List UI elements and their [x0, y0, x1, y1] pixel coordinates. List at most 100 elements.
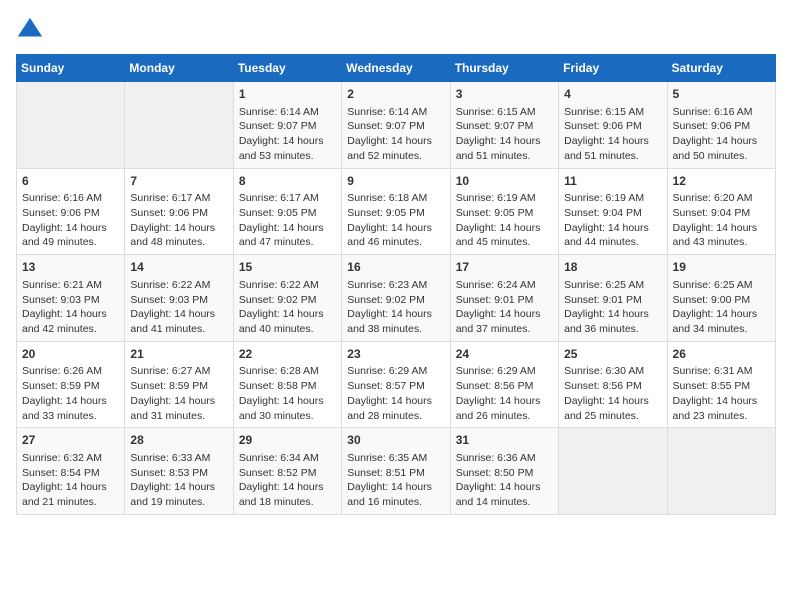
- day-sun-info: Sunrise: 6:14 AM Sunset: 9:07 PM Dayligh…: [239, 105, 336, 164]
- day-sun-info: Sunrise: 6:18 AM Sunset: 9:05 PM Dayligh…: [347, 191, 444, 250]
- header-sunday: Sunday: [17, 55, 125, 82]
- day-number: 3: [456, 86, 553, 103]
- calendar-cell: 7Sunrise: 6:17 AM Sunset: 9:06 PM Daylig…: [125, 168, 233, 255]
- calendar-cell: 20Sunrise: 6:26 AM Sunset: 8:59 PM Dayli…: [17, 341, 125, 428]
- day-number: 4: [564, 86, 661, 103]
- calendar-cell: 29 Sunrise: 6:34 AM Sunset: 8:52 PM Dayli…: [233, 428, 341, 515]
- calendar-cell: [17, 82, 125, 169]
- day-sun-info: Sunrise: 6:26 AM Sunset: 8:59 PM Dayligh…: [22, 364, 119, 423]
- header-tuesday: Tuesday: [233, 55, 341, 82]
- calendar-cell: 14 Sunrise: 6:22 AM Sunset: 9:03 PM Dayli…: [125, 255, 233, 342]
- calendar-cell: 18 Sunrise: 6:25 AM Sunset: 9:01 PM Dayli…: [559, 255, 667, 342]
- day-number: 13: [22, 259, 119, 276]
- day-sun-info: Sunrise: 6:35 AM Sunset: 8:51 PM Dayligh…: [347, 451, 444, 510]
- day-number: 27: [22, 432, 119, 449]
- day-sun-info: Sunrise: 6:25 AM Sunset: 9:00 PM Dayligh…: [673, 278, 770, 337]
- calendar-cell: 13 Sunrise: 6:21 AM Sunset: 9:03 PM Dayli…: [17, 255, 125, 342]
- day-sun-info: Sunrise: 6:32 AM Sunset: 8:54 PM Dayligh…: [22, 451, 119, 510]
- calendar-cell: 8Sunrise: 6:17 AM Sunset: 9:05 PM Daylig…: [233, 168, 341, 255]
- day-number: 26: [673, 346, 770, 363]
- day-number: 11: [564, 173, 661, 190]
- calendar-cell: 3 Sunrise: 6:15 AM Sunset: 9:07 PM Daylig…: [450, 82, 558, 169]
- day-number: 6: [22, 173, 119, 190]
- day-sun-info: Sunrise: 6:15 AM Sunset: 9:07 PM Dayligh…: [456, 105, 553, 164]
- calendar-cell: 27 Sunrise: 6:32 AM Sunset: 8:54 PM Dayli…: [17, 428, 125, 515]
- calendar-cell: 9Sunrise: 6:18 AM Sunset: 9:05 PM Daylig…: [342, 168, 450, 255]
- calendar-cell: 4Sunrise: 6:15 AM Sunset: 9:06 PM Daylig…: [559, 82, 667, 169]
- calendar-cell: 15 Sunrise: 6:22 AM Sunset: 9:02 PM Dayli…: [233, 255, 341, 342]
- day-number: 25: [564, 346, 661, 363]
- day-sun-info: Sunrise: 6:17 AM Sunset: 9:06 PM Dayligh…: [130, 191, 227, 250]
- calendar-cell: 22Sunrise: 6:28 AM Sunset: 8:58 PM Dayli…: [233, 341, 341, 428]
- calendar-cell: [667, 428, 775, 515]
- weekday-header-row: SundayMondayTuesdayWednesdayThursdayFrid…: [17, 55, 776, 82]
- day-sun-info: Sunrise: 6:25 AM Sunset: 9:01 PM Dayligh…: [564, 278, 661, 337]
- calendar-cell: 24Sunrise: 6:29 AM Sunset: 8:56 PM Dayli…: [450, 341, 558, 428]
- day-sun-info: Sunrise: 6:22 AM Sunset: 9:03 PM Dayligh…: [130, 278, 227, 337]
- day-number: 12: [673, 173, 770, 190]
- calendar-cell: [125, 82, 233, 169]
- day-sun-info: Sunrise: 6:22 AM Sunset: 9:02 PM Dayligh…: [239, 278, 336, 337]
- day-number: 28: [130, 432, 227, 449]
- calendar-cell: 30 Sunrise: 6:35 AM Sunset: 8:51 PM Dayli…: [342, 428, 450, 515]
- week-row-3: 13 Sunrise: 6:21 AM Sunset: 9:03 PM Dayli…: [17, 255, 776, 342]
- header-saturday: Saturday: [667, 55, 775, 82]
- calendar-cell: 16 Sunrise: 6:23 AM Sunset: 9:02 PM Dayli…: [342, 255, 450, 342]
- calendar-cell: 28 Sunrise: 6:33 AM Sunset: 8:53 PM Dayli…: [125, 428, 233, 515]
- day-number: 20: [22, 346, 119, 363]
- day-sun-info: Sunrise: 6:23 AM Sunset: 9:02 PM Dayligh…: [347, 278, 444, 337]
- day-sun-info: Sunrise: 6:16 AM Sunset: 9:06 PM Dayligh…: [673, 105, 770, 164]
- day-sun-info: Sunrise: 6:24 AM Sunset: 9:01 PM Dayligh…: [456, 278, 553, 337]
- week-row-2: 6Sunrise: 6:16 AM Sunset: 9:06 PM Daylig…: [17, 168, 776, 255]
- day-number: 16: [347, 259, 444, 276]
- day-sun-info: Sunrise: 6:29 AM Sunset: 8:56 PM Dayligh…: [456, 364, 553, 423]
- calendar-cell: 31 Sunrise: 6:36 AM Sunset: 8:50 PM Dayli…: [450, 428, 558, 515]
- day-sun-info: Sunrise: 6:31 AM Sunset: 8:55 PM Dayligh…: [673, 364, 770, 423]
- day-sun-info: Sunrise: 6:36 AM Sunset: 8:50 PM Dayligh…: [456, 451, 553, 510]
- day-sun-info: Sunrise: 6:14 AM Sunset: 9:07 PM Dayligh…: [347, 105, 444, 164]
- day-sun-info: Sunrise: 6:34 AM Sunset: 8:52 PM Dayligh…: [239, 451, 336, 510]
- header-monday: Monday: [125, 55, 233, 82]
- header-thursday: Thursday: [450, 55, 558, 82]
- calendar-cell: 17Sunrise: 6:24 AM Sunset: 9:01 PM Dayli…: [450, 255, 558, 342]
- calendar-cell: 11Sunrise: 6:19 AM Sunset: 9:04 PM Dayli…: [559, 168, 667, 255]
- day-number: 14: [130, 259, 227, 276]
- calendar-cell: 25Sunrise: 6:30 AM Sunset: 8:56 PM Dayli…: [559, 341, 667, 428]
- header-friday: Friday: [559, 55, 667, 82]
- day-sun-info: Sunrise: 6:19 AM Sunset: 9:04 PM Dayligh…: [564, 191, 661, 250]
- day-number: 1: [239, 86, 336, 103]
- day-number: 18: [564, 259, 661, 276]
- day-number: 30: [347, 432, 444, 449]
- day-sun-info: Sunrise: 6:33 AM Sunset: 8:53 PM Dayligh…: [130, 451, 227, 510]
- day-number: 2: [347, 86, 444, 103]
- logo-icon: [16, 16, 44, 44]
- day-number: 8: [239, 173, 336, 190]
- day-number: 5: [673, 86, 770, 103]
- day-sun-info: Sunrise: 6:30 AM Sunset: 8:56 PM Dayligh…: [564, 364, 661, 423]
- day-number: 19: [673, 259, 770, 276]
- calendar-cell: [559, 428, 667, 515]
- week-row-4: 20Sunrise: 6:26 AM Sunset: 8:59 PM Dayli…: [17, 341, 776, 428]
- calendar-cell: 21Sunrise: 6:27 AM Sunset: 8:59 PM Dayli…: [125, 341, 233, 428]
- day-number: 31: [456, 432, 553, 449]
- day-number: 23: [347, 346, 444, 363]
- day-sun-info: Sunrise: 6:16 AM Sunset: 9:06 PM Dayligh…: [22, 191, 119, 250]
- calendar-cell: 26Sunrise: 6:31 AM Sunset: 8:55 PM Dayli…: [667, 341, 775, 428]
- calendar-cell: 1 Sunrise: 6:14 AM Sunset: 9:07 PM Daylig…: [233, 82, 341, 169]
- week-row-5: 27 Sunrise: 6:32 AM Sunset: 8:54 PM Dayli…: [17, 428, 776, 515]
- calendar-cell: 19 Sunrise: 6:25 AM Sunset: 9:00 PM Dayli…: [667, 255, 775, 342]
- calendar-table: SundayMondayTuesdayWednesdayThursdayFrid…: [16, 54, 776, 515]
- calendar-cell: 6Sunrise: 6:16 AM Sunset: 9:06 PM Daylig…: [17, 168, 125, 255]
- day-number: 22: [239, 346, 336, 363]
- day-number: 7: [130, 173, 227, 190]
- calendar-cell: 12Sunrise: 6:20 AM Sunset: 9:04 PM Dayli…: [667, 168, 775, 255]
- header-wednesday: Wednesday: [342, 55, 450, 82]
- day-number: 21: [130, 346, 227, 363]
- day-sun-info: Sunrise: 6:19 AM Sunset: 9:05 PM Dayligh…: [456, 191, 553, 250]
- day-sun-info: Sunrise: 6:21 AM Sunset: 9:03 PM Dayligh…: [22, 278, 119, 337]
- day-number: 29: [239, 432, 336, 449]
- day-sun-info: Sunrise: 6:28 AM Sunset: 8:58 PM Dayligh…: [239, 364, 336, 423]
- calendar-cell: 10Sunrise: 6:19 AM Sunset: 9:05 PM Dayli…: [450, 168, 558, 255]
- day-number: 15: [239, 259, 336, 276]
- calendar-cell: 5 Sunrise: 6:16 AM Sunset: 9:06 PM Daylig…: [667, 82, 775, 169]
